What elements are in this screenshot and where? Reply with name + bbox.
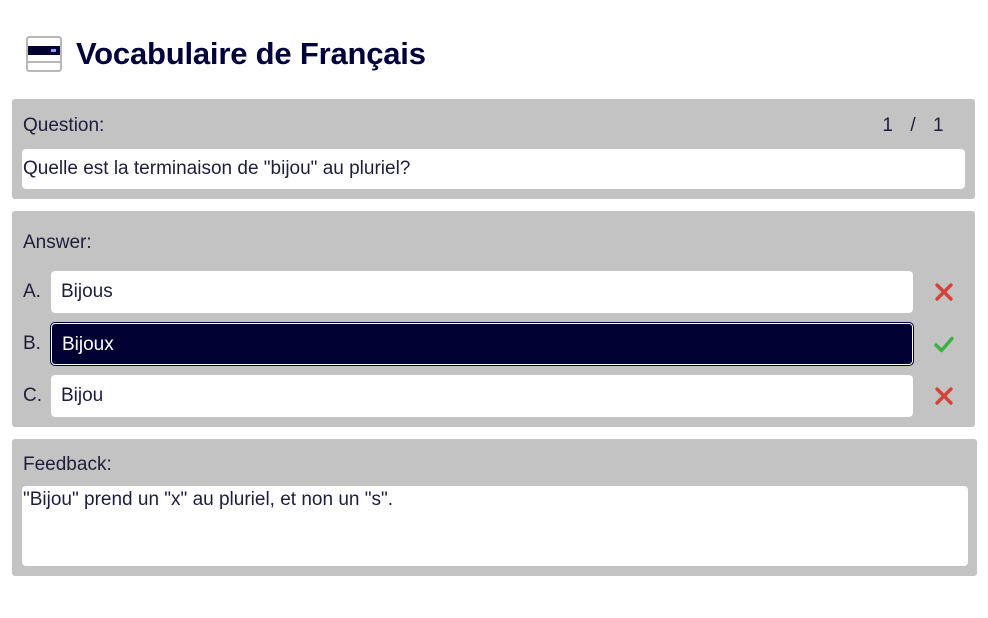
cross-icon [935, 283, 953, 301]
option-letter: A. [23, 281, 41, 302]
option-letter: C. [23, 385, 42, 406]
question-counter-separator: / [910, 115, 916, 136]
question-text: Quelle est la terminaison de "bijou" au … [22, 149, 965, 189]
question-panel: Question: 1 / 1 Quelle est la terminaiso… [12, 99, 975, 199]
question-counter: 1 / 1 [875, 115, 943, 137]
answer-option-c-button[interactable]: Bijou [51, 375, 913, 417]
feedback-panel: Feedback: "Bijou" prend un "x" au plurie… [12, 439, 977, 576]
answer-option-b: B. Bijoux [12, 322, 975, 366]
feedback-label: Feedback: [23, 454, 112, 475]
question-current-number: 1 [882, 115, 893, 136]
answer-label: Answer: [23, 232, 92, 253]
check-icon [934, 336, 954, 353]
answer-option-c: C. Bijou [12, 375, 975, 417]
card-icon [26, 36, 62, 72]
feedback-text: "Bijou" prend un "x" au pluriel, et non … [22, 486, 968, 566]
question-total-number: 1 [933, 115, 944, 136]
answer-option-a-button[interactable]: Bijous [51, 271, 913, 313]
answer-option-b-button[interactable]: Bijoux [50, 322, 914, 366]
answer-option-a: A. Bijous [12, 271, 975, 313]
app-header: Vocabulaire de Français [26, 32, 426, 76]
answer-panel: Answer: A. Bijous B. Bijoux C. Bijou [12, 211, 975, 427]
cross-icon [935, 387, 953, 405]
question-label: Question: [23, 115, 105, 136]
option-letter: B. [23, 333, 41, 354]
page-title: Vocabulaire de Français [76, 36, 426, 71]
